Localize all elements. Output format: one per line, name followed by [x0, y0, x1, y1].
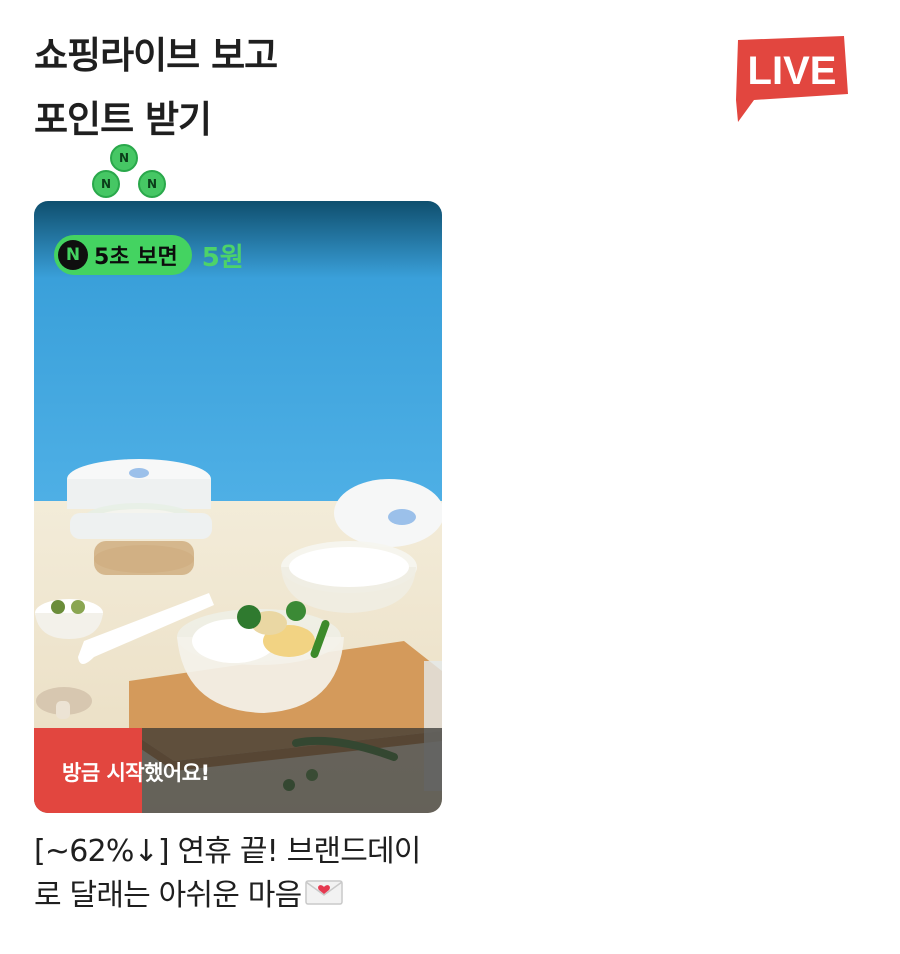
reward-condition: 5초 보면	[94, 245, 178, 270]
love-letter-icon	[305, 875, 344, 919]
naver-pay-coin-icon: N	[110, 144, 138, 172]
broadcast-thumbnail	[34, 201, 442, 813]
title-line-1: 쇼핑라이브 보고	[34, 34, 278, 77]
product-title-line-1: [~62%↓] 연휴 끝! 브랜드데이	[34, 834, 421, 869]
live-broadcast-card[interactable]: N 5초 보면 5원 방금 시작했어요!	[34, 201, 442, 813]
reward-row: N 5초 보면 5원	[54, 235, 244, 275]
naver-pay-coin-icon: N	[92, 170, 120, 198]
live-label: LIVE	[748, 49, 837, 93]
reward-badge: N 5초 보면	[54, 235, 192, 275]
live-badge-icon[interactable]: LIVE	[732, 36, 850, 126]
status-badge: 방금 시작했어요!	[62, 761, 210, 785]
naver-point-icon: N	[58, 240, 88, 270]
reward-amount: 5원	[201, 242, 244, 273]
naver-pay-coin-icon: N	[138, 170, 166, 198]
coin-icons: N N N	[88, 136, 178, 202]
product-title[interactable]: [~62%↓] 연휴 끝! 브랜드데이 로 달래는 아쉬운 마음	[34, 830, 454, 919]
product-title-line-2: 로 달래는 아쉬운 마음	[34, 878, 302, 913]
page-title: 쇼핑라이브 보고 포인트 받기	[34, 24, 454, 152]
